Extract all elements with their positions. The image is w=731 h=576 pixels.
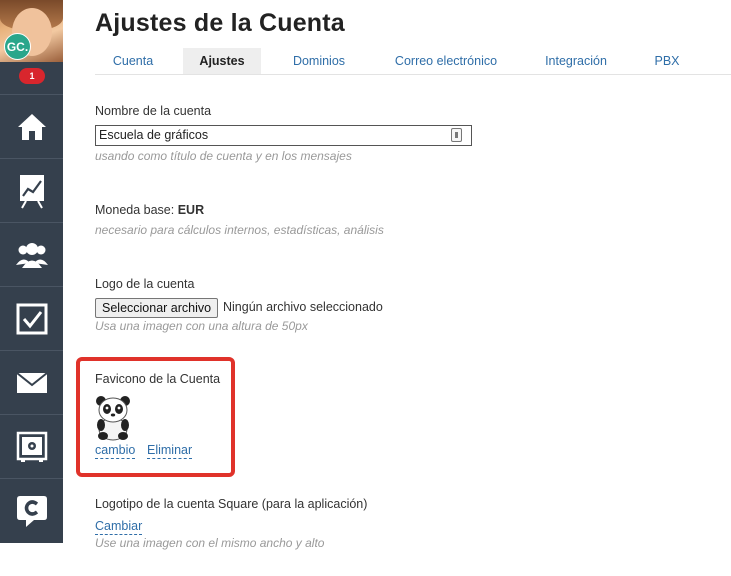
sidebar-item-tasks[interactable] (0, 286, 63, 350)
sidebar: GC. 1 (0, 0, 63, 576)
notification-badge[interactable]: 1 (19, 68, 45, 84)
favicon-label: Favicono de la Cuenta (95, 372, 221, 386)
tab-correo-electronico[interactable]: Correo electrónico (387, 48, 505, 74)
file-status: Ningún archivo seleccionado (223, 300, 383, 314)
account-name-label: Nombre de la cuenta (95, 104, 212, 118)
checkbox-icon (16, 303, 47, 334)
settings-tabs: Cuenta Ajustes Dominios Correo electróni… (95, 48, 731, 75)
sidebar-item-home[interactable] (0, 94, 63, 158)
home-icon (17, 113, 46, 140)
favicon-change-link[interactable]: cambio (95, 443, 136, 459)
account-name-hint: usando como título de cuenta y en los me… (95, 149, 352, 163)
autofill-icon[interactable] (451, 128, 462, 142)
safe-icon (16, 431, 47, 462)
favicon-remove-link[interactable]: Eliminar (147, 443, 193, 459)
avatar-initials-badge: GC. (4, 33, 31, 60)
logo-label: Logo de la cuenta (95, 277, 195, 291)
tab-dominios[interactable]: Dominios (281, 48, 357, 74)
page-title: Ajustes de la Cuenta (95, 9, 345, 37)
logo-hint: Usa una imagen con una altura de 50px (95, 319, 308, 333)
currency-value: EUR (177, 203, 205, 217)
currency-hint: necesario para cálculos internos, estadí… (95, 223, 384, 237)
tab-pbx[interactable]: PBX (645, 48, 689, 74)
sidebar-item-chat[interactable] (0, 478, 63, 542)
mail-icon (15, 371, 48, 393)
square-logo-label: Logotipo de la cuenta Square (para la ap… (95, 497, 368, 511)
sidebar-item-mail[interactable] (0, 350, 63, 414)
avatar[interactable]: GC. (0, 0, 63, 62)
tab-integracion[interactable]: Integración (536, 48, 616, 74)
tab-ajustes[interactable]: Ajustes (183, 48, 261, 74)
chart-icon (19, 174, 44, 208)
tab-cuenta[interactable]: Cuenta (95, 48, 171, 74)
currency-label: Moneda base: EUR (95, 203, 204, 217)
currency-label-text: Moneda base: (95, 203, 178, 217)
select-file-button[interactable]: Seleccionar archivo (95, 298, 219, 318)
sidebar-item-reports[interactable] (0, 158, 63, 222)
chat-logo-icon (16, 495, 47, 527)
sidebar-bottom-space (0, 543, 63, 576)
account-name-input[interactable]: Escuela de gráficos (95, 125, 472, 146)
users-icon (15, 242, 48, 268)
sidebar-item-safe[interactable] (0, 414, 63, 478)
square-logo-change-link[interactable]: Cambiar (95, 519, 143, 535)
panda-favicon-image (96, 396, 130, 441)
sidebar-item-contacts[interactable] (0, 222, 63, 286)
square-logo-hint: Use una imagen con el mismo ancho y alto (95, 536, 325, 550)
